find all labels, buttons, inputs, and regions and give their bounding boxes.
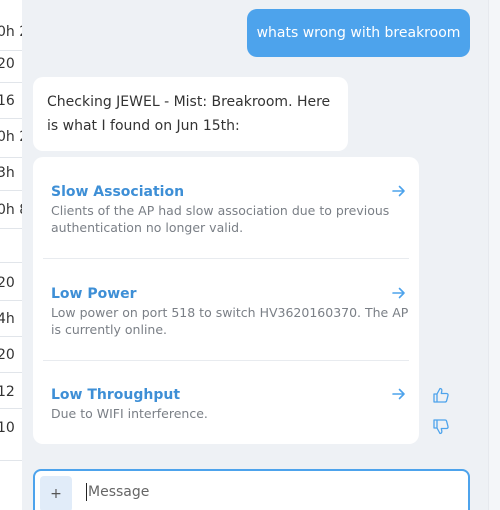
table-cell: 20 [0, 275, 15, 291]
table-divider [0, 460, 22, 461]
arrow-right-icon[interactable] [391, 386, 407, 402]
finding-item-low-throughput[interactable]: Low Throughput Due to WIFI interference. [51, 386, 409, 422]
arrow-right-icon[interactable] [391, 183, 407, 199]
finding-description: Low power on port 518 to switch HV362016… [51, 305, 409, 337]
table-divider [0, 50, 22, 51]
table-cell: 20 [0, 347, 15, 363]
findings-card: Slow Association Clients of the AP had s… [33, 157, 419, 444]
table-divider [0, 262, 22, 263]
finding-item-slow-association[interactable]: Slow Association Clients of the AP had s… [51, 183, 409, 236]
table-cell: 3h [0, 165, 15, 181]
table-divider [0, 372, 22, 373]
finding-title[interactable]: Low Throughput [51, 386, 409, 404]
table-cell: 0h 2 [0, 24, 22, 40]
finding-item-low-power[interactable]: Low Power Low power on port 518 to switc… [51, 285, 409, 338]
table-cell: 16 [0, 93, 15, 109]
card-divider [43, 360, 409, 361]
finding-title[interactable]: Low Power [51, 285, 409, 303]
chat-scrollbar[interactable] [488, 0, 500, 510]
table-divider [0, 408, 22, 409]
table-divider [0, 118, 22, 119]
message-input-bar: + [33, 469, 470, 510]
finding-title[interactable]: Slow Association [51, 183, 409, 201]
thumbs-up-icon[interactable] [432, 386, 450, 404]
add-attachment-button[interactable]: + [40, 476, 72, 510]
table-divider [0, 82, 22, 83]
table-cell: 12 [0, 384, 15, 400]
table-cell: 4h [0, 311, 15, 327]
bot-message-bubble: Checking JEWEL - Mist: Breakroom. Here i… [33, 77, 348, 151]
table-cell: 10 [0, 420, 15, 436]
table-divider [0, 190, 22, 191]
arrow-right-icon[interactable] [391, 285, 407, 301]
thumbs-down-icon[interactable] [432, 418, 450, 436]
table-cell: 0h 2 [0, 129, 22, 145]
table-divider [0, 300, 22, 301]
table-divider [0, 336, 22, 337]
user-message-text: whats wrong with breakroom [256, 25, 461, 41]
bot-message-text: Checking JEWEL - Mist: Breakroom. Here i… [47, 94, 331, 134]
background-table-strip: 0h 2 20 16 0h 2 3h 0h 8 20 4h 20 12 10 [0, 0, 22, 510]
table-cell: 20 [0, 56, 15, 72]
user-message-bubble: whats wrong with breakroom [247, 9, 470, 57]
table-divider [0, 157, 22, 158]
card-divider [43, 258, 409, 259]
message-input[interactable] [88, 480, 388, 504]
table-cell: 0h 8 [0, 202, 22, 218]
finding-description: Clients of the AP had slow association d… [51, 203, 390, 235]
table-divider [0, 228, 22, 229]
text-caret [86, 483, 87, 501]
finding-description: Due to WIFI interference. [51, 406, 208, 421]
